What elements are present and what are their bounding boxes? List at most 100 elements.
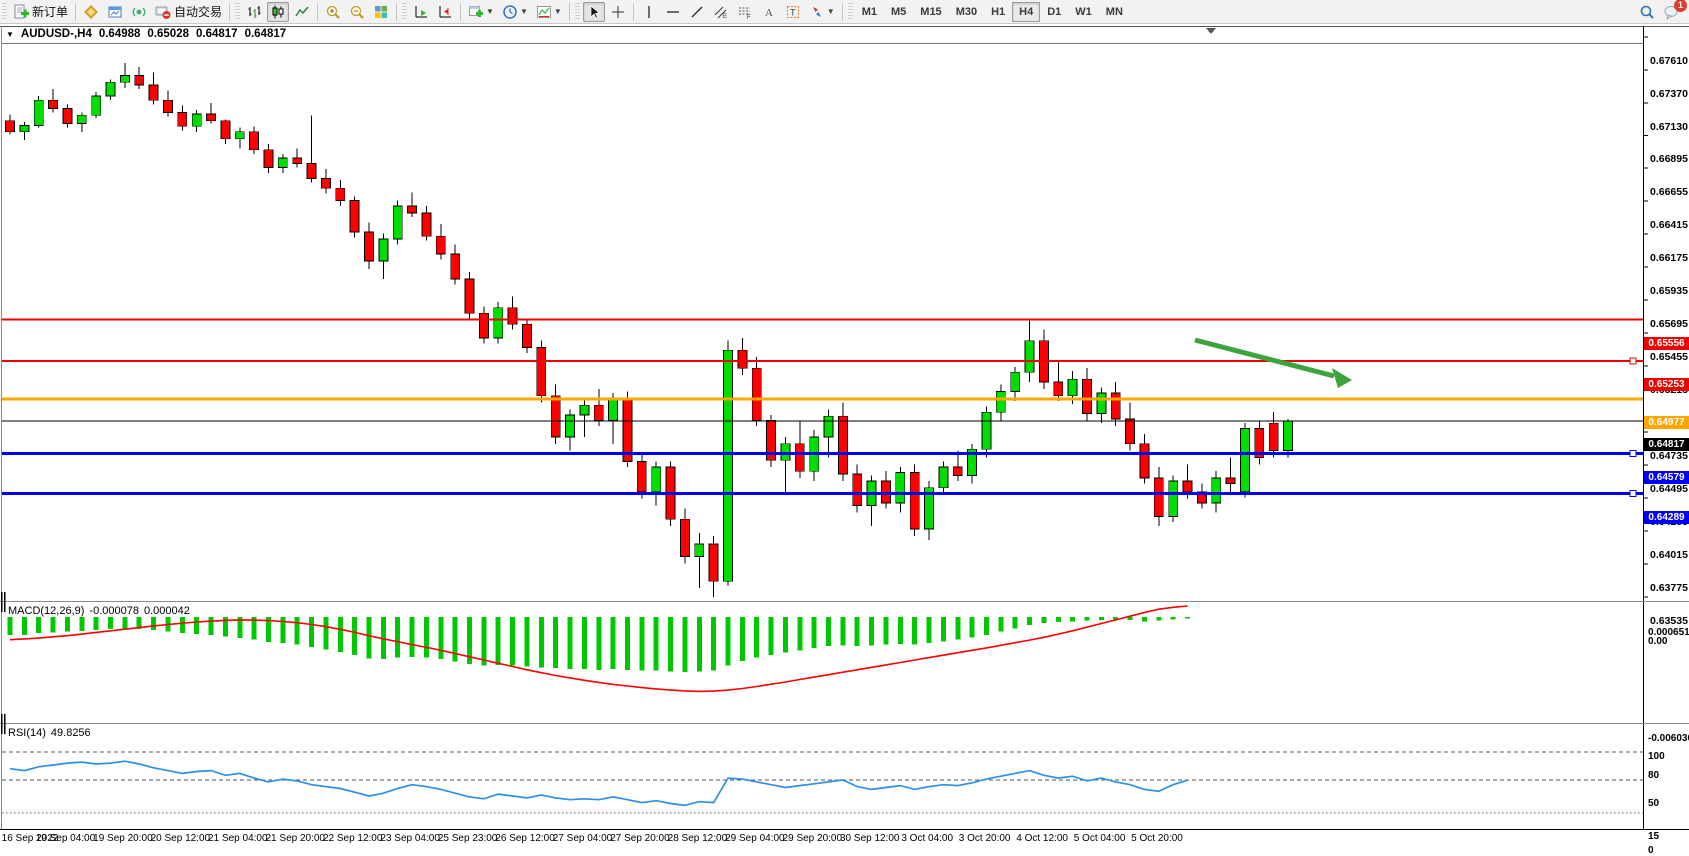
bar-chart-icon xyxy=(246,4,262,20)
chevron-down-icon: ▼ xyxy=(827,7,835,16)
candlestick-chart-button[interactable] xyxy=(267,2,289,22)
notification-badge: 1 xyxy=(1674,0,1687,12)
tf-button-W1[interactable]: W1 xyxy=(1068,2,1099,22)
symbol-period: AUDUSD-,H4 xyxy=(21,28,92,40)
timeframe-bar: M1M5M15M30H1H4D1W1MN xyxy=(855,2,1130,22)
fibonacci-icon: F xyxy=(737,4,753,20)
price-tick-label: 0.64015 xyxy=(1650,549,1689,561)
search-icon xyxy=(1639,4,1655,20)
fibonacci-button[interactable]: F xyxy=(734,2,756,22)
chart-shift-button[interactable] xyxy=(434,2,456,22)
templates-button[interactable]: ▼ xyxy=(533,2,565,22)
chart-profile-button[interactable] xyxy=(80,2,102,22)
time-tick-label: 19 Sep 04:00 xyxy=(36,833,96,844)
tile-windows-button[interactable] xyxy=(370,2,392,22)
new-chart-icon xyxy=(468,4,484,20)
auto-scroll-button[interactable] xyxy=(410,2,432,22)
line-chart-button[interactable] xyxy=(291,2,313,22)
price-line-handle[interactable] xyxy=(1630,358,1636,364)
trendline-icon xyxy=(689,4,705,20)
equidistant-channel-button[interactable]: E xyxy=(710,2,732,22)
trendline-button[interactable] xyxy=(686,2,708,22)
macd-histogram xyxy=(8,617,1191,672)
chart-canvas[interactable] xyxy=(0,24,1689,850)
new-order-icon xyxy=(13,4,29,20)
arrows-icon xyxy=(809,4,825,20)
cursor-button[interactable] xyxy=(583,2,605,22)
pane-grip[interactable] xyxy=(1,592,3,612)
time-tick-label: 23 Sep 04:00 xyxy=(380,833,440,844)
signals-button[interactable] xyxy=(128,2,150,22)
chart-shift-icon xyxy=(437,4,453,20)
time-tick-label: 25 Sep 23:00 xyxy=(438,833,498,844)
tf-button-D1[interactable]: D1 xyxy=(1040,2,1068,22)
autotrading-button[interactable]: 自动交易 xyxy=(152,2,225,22)
trend-arrow[interactable] xyxy=(1195,340,1334,376)
price-line-handle[interactable] xyxy=(1630,451,1636,457)
pane-grip[interactable] xyxy=(1,714,3,734)
time-tick-label: 21 Sep 20:00 xyxy=(266,833,326,844)
arrows-button[interactable]: ▼ xyxy=(806,2,838,22)
autotrading-icon xyxy=(155,4,171,20)
price-badge-0.64817: 0.64817 xyxy=(1644,438,1689,451)
window-menu-icon[interactable]: ▼ xyxy=(6,30,14,39)
tf-button-M30[interactable]: M30 xyxy=(949,2,984,22)
search-button[interactable] xyxy=(1636,2,1658,22)
price-tick-label: 0.63535 xyxy=(1650,615,1689,627)
toolbar-grip[interactable] xyxy=(2,3,7,21)
macd-axis-label: -0.006036 xyxy=(1648,733,1689,744)
time-tick-label: 22 Sep 12:00 xyxy=(323,833,383,844)
chart-shift-marker[interactable] xyxy=(1206,28,1216,34)
rsi-axis-label: 50 xyxy=(1648,798,1659,809)
chart-info-line: ▼ AUDUSD-,H4 0.64988 0.65028 0.64817 0.6… xyxy=(6,28,293,40)
market-watch-button[interactable] xyxy=(104,2,126,22)
chart-profile-icon xyxy=(83,4,99,20)
zoom-out-button[interactable] xyxy=(346,2,368,22)
tf-button-M1[interactable]: M1 xyxy=(855,2,884,22)
price-badge-0.64977: 0.64977 xyxy=(1644,416,1689,429)
chevron-down-icon: ▼ xyxy=(520,7,528,16)
toolbar: 新订单 自动交易 xyxy=(0,0,1689,24)
time-tick-label: 28 Sep 12:00 xyxy=(668,833,728,844)
rsi-axis-label: 100 xyxy=(1648,751,1665,762)
price-tick-label: 0.64495 xyxy=(1650,483,1689,495)
price-tick-label: 0.66655 xyxy=(1650,186,1689,198)
pane-grip[interactable] xyxy=(4,592,6,612)
zoom-in-button[interactable] xyxy=(322,2,344,22)
tf-button-MN[interactable]: MN xyxy=(1099,2,1130,22)
trend-arrow-head[interactable] xyxy=(1332,368,1352,388)
text-label-button[interactable]: T xyxy=(782,2,804,22)
price-tick-label: 0.67610 xyxy=(1650,55,1689,67)
price-line-handle[interactable] xyxy=(1630,490,1636,496)
notifications-button[interactable]: 1 xyxy=(1660,2,1682,22)
svg-text:T: T xyxy=(790,7,796,17)
svg-text:E: E xyxy=(723,14,727,20)
tf-button-H1[interactable]: H1 xyxy=(984,2,1012,22)
crosshair-button[interactable] xyxy=(607,2,629,22)
new-order-button[interactable]: 新订单 xyxy=(10,2,71,22)
price-tick-label: 0.65935 xyxy=(1650,285,1689,297)
vertical-line-icon xyxy=(641,4,657,20)
tf-button-M15[interactable]: M15 xyxy=(913,2,948,22)
chart-window[interactable]: ▼ AUDUSD-,H4 0.64988 0.65028 0.64817 0.6… xyxy=(0,24,1689,850)
time-tick-label: 5 Oct 20:00 xyxy=(1131,833,1183,844)
macd-axis-label: 0.00 xyxy=(1648,636,1667,647)
horizontal-line-button[interactable] xyxy=(662,2,684,22)
tf-button-M5[interactable]: M5 xyxy=(884,2,913,22)
price-tick-label: 0.65695 xyxy=(1650,318,1689,330)
high-value: 0.65028 xyxy=(147,28,189,40)
vertical-line-button[interactable] xyxy=(638,2,660,22)
time-tick-label: 19 Sep 20:00 xyxy=(93,833,153,844)
chevron-down-icon: ▼ xyxy=(486,7,494,16)
new-chart-button[interactable]: ▼ xyxy=(465,2,497,22)
text-button[interactable]: A xyxy=(758,2,780,22)
bar-chart-button[interactable] xyxy=(243,2,265,22)
periods-button[interactable]: ▼ xyxy=(499,2,531,22)
tile-windows-icon xyxy=(373,4,389,20)
tf-button-H4[interactable]: H4 xyxy=(1012,2,1040,22)
candles xyxy=(6,63,1293,597)
price-tick-label: 0.67370 xyxy=(1650,88,1689,100)
pane-grip[interactable] xyxy=(4,714,6,734)
price-badge-0.64579: 0.64579 xyxy=(1644,471,1689,484)
signals-icon xyxy=(131,4,147,20)
